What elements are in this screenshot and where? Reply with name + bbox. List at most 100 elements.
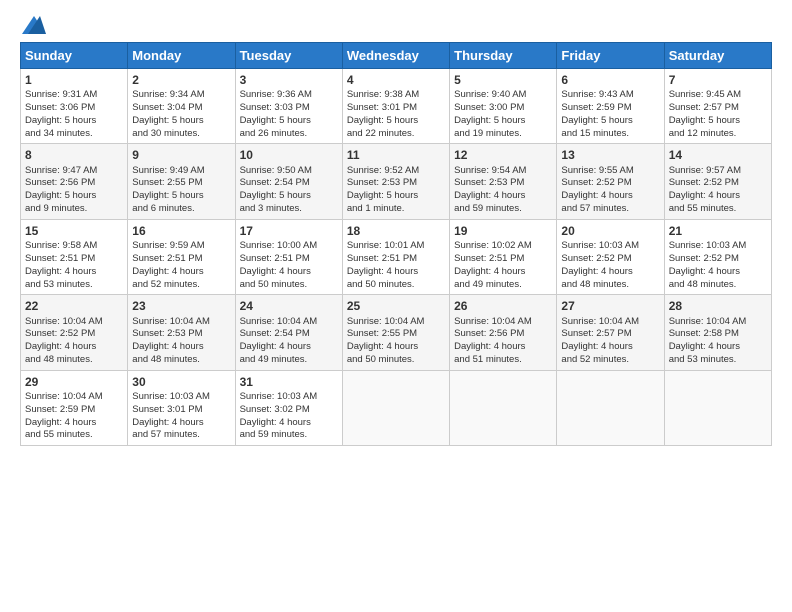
- column-header-tuesday: Tuesday: [235, 43, 342, 69]
- calendar-cell: 17Sunrise: 10:00 AMSunset: 2:51 PMDaylig…: [235, 219, 342, 294]
- calendar-cell: 25Sunrise: 10:04 AMSunset: 2:55 PMDaylig…: [342, 295, 449, 370]
- calendar-cell: 5Sunrise: 9:40 AMSunset: 3:00 PMDaylight…: [450, 69, 557, 144]
- day-info-line: Sunrise: 10:04 AM: [240, 316, 338, 329]
- day-number: 15: [25, 223, 123, 239]
- page-container: SundayMondayTuesdayWednesdayThursdayFrid…: [0, 0, 792, 458]
- calendar-cell: 2Sunrise: 9:34 AMSunset: 3:04 PMDaylight…: [128, 69, 235, 144]
- day-info-line: and 50 minutes.: [347, 279, 445, 292]
- logo: [20, 16, 46, 36]
- day-number: 1: [25, 72, 123, 88]
- day-info-line: Sunset: 2:59 PM: [25, 404, 123, 417]
- day-number: 26: [454, 298, 552, 314]
- day-number: 27: [561, 298, 659, 314]
- day-info-line: Sunrise: 10:04 AM: [454, 316, 552, 329]
- day-number: 2: [132, 72, 230, 88]
- day-info-line: Sunset: 2:55 PM: [347, 328, 445, 341]
- day-info-line: and 48 minutes.: [25, 354, 123, 367]
- day-info-line: and 22 minutes.: [347, 128, 445, 141]
- day-info-line: and 52 minutes.: [561, 354, 659, 367]
- day-info-line: Sunset: 2:55 PM: [132, 177, 230, 190]
- day-info-line: Daylight: 5 hours: [561, 115, 659, 128]
- day-number: 12: [454, 147, 552, 163]
- day-info-line: Sunset: 3:02 PM: [240, 404, 338, 417]
- day-info-line: and 34 minutes.: [25, 128, 123, 141]
- day-info-line: Sunset: 2:52 PM: [561, 177, 659, 190]
- day-info-line: Daylight: 4 hours: [669, 190, 767, 203]
- day-info-line: Sunrise: 9:54 AM: [454, 165, 552, 178]
- calendar-cell: 27Sunrise: 10:04 AMSunset: 2:57 PMDaylig…: [557, 295, 664, 370]
- calendar-cell: [450, 370, 557, 445]
- day-number: 8: [25, 147, 123, 163]
- day-info-line: Sunset: 2:51 PM: [132, 253, 230, 266]
- day-info-line: Sunrise: 9:43 AM: [561, 89, 659, 102]
- day-info-line: Sunrise: 9:40 AM: [454, 89, 552, 102]
- calendar-cell: 14 Sunrise: 9:57 AMSunset: 2:52 PMDayligh…: [664, 144, 771, 219]
- day-number: 7: [669, 72, 767, 88]
- day-info-line: Sunrise: 10:04 AM: [25, 391, 123, 404]
- day-info-line: Sunset: 2:52 PM: [669, 253, 767, 266]
- day-info-line: Sunrise: 10:02 AM: [454, 240, 552, 253]
- day-info-line: Sunrise: 10:03 AM: [561, 240, 659, 253]
- day-number: 25: [347, 298, 445, 314]
- day-info-line: Sunset: 2:51 PM: [25, 253, 123, 266]
- day-info-line: and 12 minutes.: [669, 128, 767, 141]
- day-info-line: Sunset: 2:57 PM: [561, 328, 659, 341]
- day-info-line: Daylight: 4 hours: [454, 266, 552, 279]
- day-number: 24: [240, 298, 338, 314]
- day-info-line: Daylight: 4 hours: [561, 341, 659, 354]
- day-info-line: Sunset: 2:58 PM: [669, 328, 767, 341]
- day-info-line: and 55 minutes.: [25, 429, 123, 442]
- calendar-week-3: 15Sunrise: 9:58 AMSunset: 2:51 PMDayligh…: [21, 219, 772, 294]
- day-info-line: Daylight: 5 hours: [347, 115, 445, 128]
- day-info-line: Daylight: 4 hours: [347, 266, 445, 279]
- day-number: 19: [454, 223, 552, 239]
- day-info-line: Sunrise: 9:38 AM: [347, 89, 445, 102]
- day-info-line: and 52 minutes.: [132, 279, 230, 292]
- day-number: 9: [132, 147, 230, 163]
- day-info-line: Daylight: 4 hours: [240, 266, 338, 279]
- day-info-line: and 1 minute.: [347, 203, 445, 216]
- day-info-line: Sunrise: 10:04 AM: [347, 316, 445, 329]
- calendar-cell: 10Sunrise: 9:50 AMSunset: 2:54 PMDayligh…: [235, 144, 342, 219]
- day-number: 21: [669, 223, 767, 239]
- calendar-header-row: SundayMondayTuesdayWednesdayThursdayFrid…: [21, 43, 772, 69]
- day-number: 6: [561, 72, 659, 88]
- day-info-line: Sunrise: 9:47 AM: [25, 165, 123, 178]
- day-info-line: Sunset: 2:53 PM: [347, 177, 445, 190]
- column-header-friday: Friday: [557, 43, 664, 69]
- day-info-line: Sunset: 3:01 PM: [132, 404, 230, 417]
- day-info-line: Sunrise: 9:49 AM: [132, 165, 230, 178]
- day-info-line: Daylight: 4 hours: [561, 266, 659, 279]
- day-info-line: Sunrise: 10:03 AM: [240, 391, 338, 404]
- day-number: 22: [25, 298, 123, 314]
- day-info-line: Daylight: 4 hours: [240, 417, 338, 430]
- day-info-line: Sunrise: 9:57 AM: [669, 165, 767, 178]
- day-info-line: Sunrise: 10:04 AM: [669, 316, 767, 329]
- day-number: 20: [561, 223, 659, 239]
- day-info-line: Sunrise: 10:04 AM: [25, 316, 123, 329]
- calendar-week-1: 1Sunrise: 9:31 AMSunset: 3:06 PMDaylight…: [21, 69, 772, 144]
- day-info-line: Sunset: 2:52 PM: [669, 177, 767, 190]
- day-number: 14: [669, 147, 767, 163]
- day-number: 18: [347, 223, 445, 239]
- day-info-line: Daylight: 4 hours: [25, 266, 123, 279]
- day-info-line: Daylight: 4 hours: [561, 190, 659, 203]
- column-header-saturday: Saturday: [664, 43, 771, 69]
- day-number: 29: [25, 374, 123, 390]
- day-info-line: and 19 minutes.: [454, 128, 552, 141]
- day-info-line: Sunset: 2:51 PM: [240, 253, 338, 266]
- day-info-line: Sunrise: 10:03 AM: [669, 240, 767, 253]
- day-info-line: Daylight: 5 hours: [132, 190, 230, 203]
- day-info-line: Sunrise: 9:45 AM: [669, 89, 767, 102]
- column-header-monday: Monday: [128, 43, 235, 69]
- day-number: 28: [669, 298, 767, 314]
- calendar-cell: [342, 370, 449, 445]
- day-info-line: Sunrise: 9:50 AM: [240, 165, 338, 178]
- calendar-cell: 18Sunrise: 10:01 AMSunset: 2:51 PMDaylig…: [342, 219, 449, 294]
- day-info-line: Sunset: 2:59 PM: [561, 102, 659, 115]
- calendar-cell: 22Sunrise: 10:04 AMSunset: 2:52 PMDaylig…: [21, 295, 128, 370]
- day-number: 31: [240, 374, 338, 390]
- day-info-line: and 51 minutes.: [454, 354, 552, 367]
- calendar-week-2: 8Sunrise: 9:47 AMSunset: 2:56 PMDaylight…: [21, 144, 772, 219]
- day-info-line: and 48 minutes.: [132, 354, 230, 367]
